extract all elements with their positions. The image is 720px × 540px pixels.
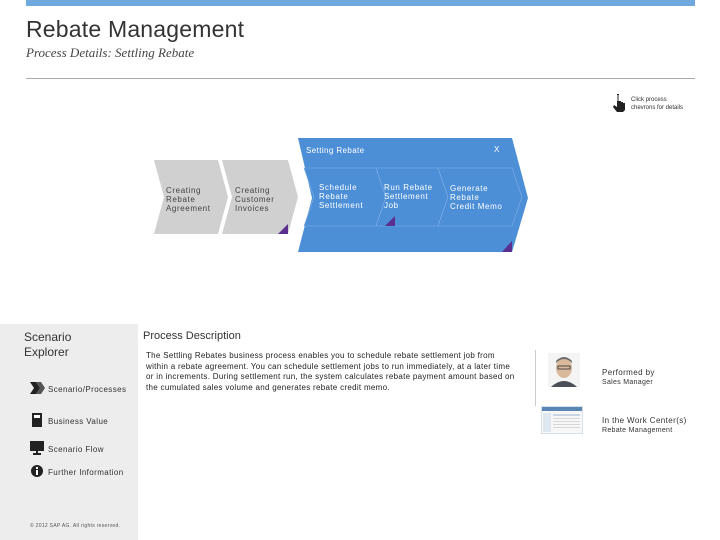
top-accent-bar — [26, 0, 695, 6]
sidebar-item-further-information[interactable]: Further Information — [48, 468, 124, 477]
chevron-label: Creating Customer Invoices — [235, 186, 275, 213]
group-title: Setting Rebate — [306, 146, 365, 155]
work-center-value: Rebate Management — [602, 427, 673, 434]
info-icon — [31, 465, 43, 477]
sidebar-item-scenario-flow[interactable]: Scenario Flow — [48, 445, 104, 454]
chevron-label: Creating Rebate Agreement — [166, 186, 211, 213]
pointer-hand-icon — [613, 94, 625, 112]
group-close-button[interactable]: X — [494, 145, 499, 154]
header-divider — [26, 78, 695, 79]
performed-by-value: Sales Manager — [602, 379, 653, 386]
work-center-thumbnail — [541, 406, 583, 434]
page-title: Rebate Management — [26, 16, 245, 42]
sidebar-item-scenario-processes[interactable]: Scenario/Processes — [48, 385, 126, 394]
performed-by-label: Performed by — [602, 368, 655, 377]
page-subtitle: Process Details: Settling Rebate — [26, 45, 195, 60]
avatar — [548, 353, 580, 387]
chevron-label: Generate Rebate Credit Memo — [450, 184, 503, 211]
process-description-text: The Settling Rebates business process en… — [146, 351, 515, 392]
click-hint-text: Click process chevrons for details — [631, 97, 684, 111]
chevron-arrows-icon — [30, 382, 45, 394]
scenario-explorer-title: Scenario Explorer — [24, 330, 72, 359]
copyright-notice: © 2012 SAP AG. All rights reserved. — [30, 523, 121, 529]
description-divider — [535, 350, 536, 406]
work-center-label: In the Work Center(s) — [602, 416, 687, 425]
process-description-title: Process Description — [143, 330, 241, 342]
chevron-label: Schedule Rebate Settlement — [319, 183, 364, 210]
chevron-label: Run Rebate Settlement Job — [384, 183, 433, 210]
monitor-icon — [30, 441, 44, 455]
sidebar-item-business-value[interactable]: Business Value — [48, 417, 108, 426]
calculator-icon — [32, 413, 42, 427]
